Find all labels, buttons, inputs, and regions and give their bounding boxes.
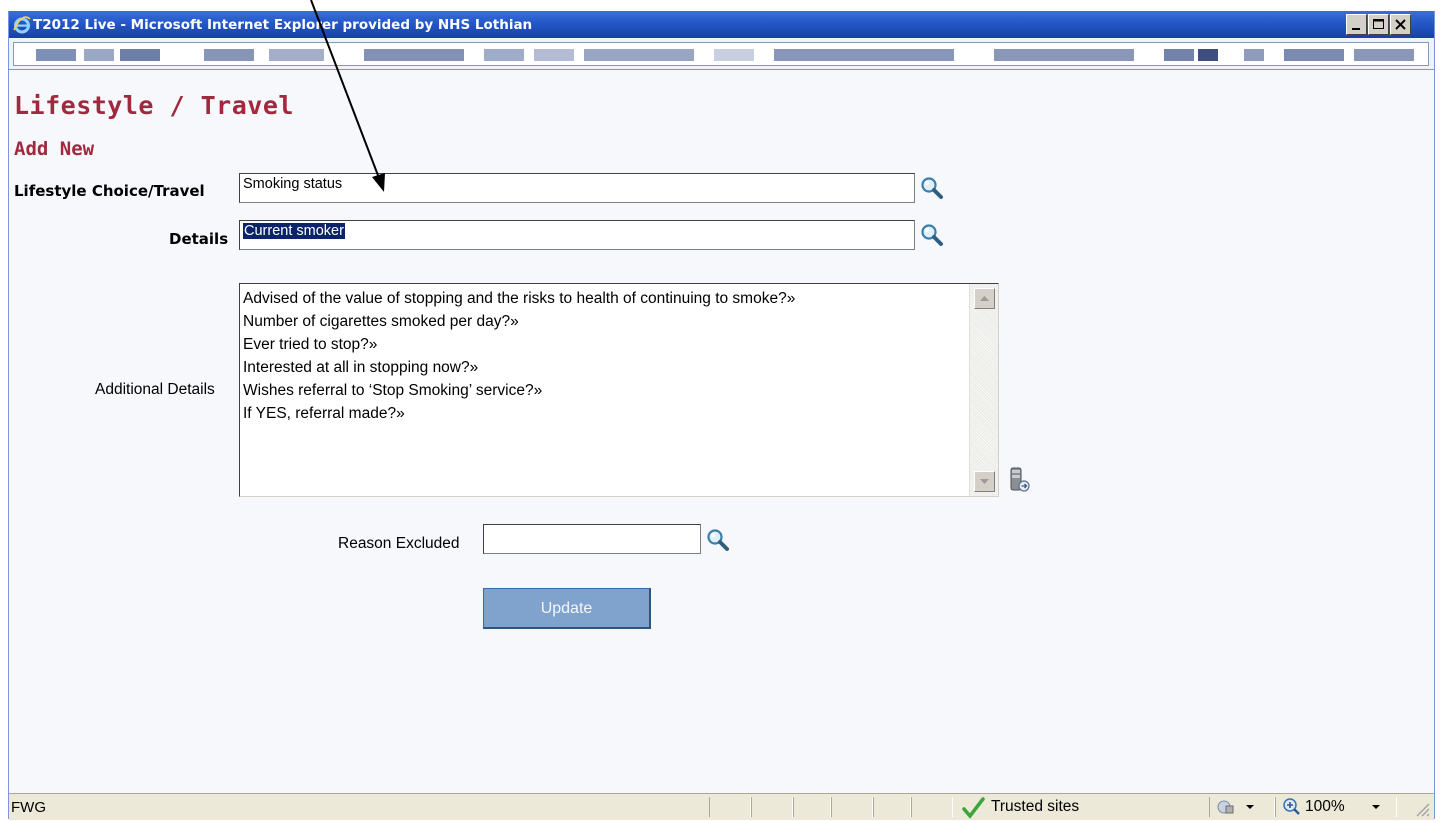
annotation-arrow [310, 0, 385, 192]
